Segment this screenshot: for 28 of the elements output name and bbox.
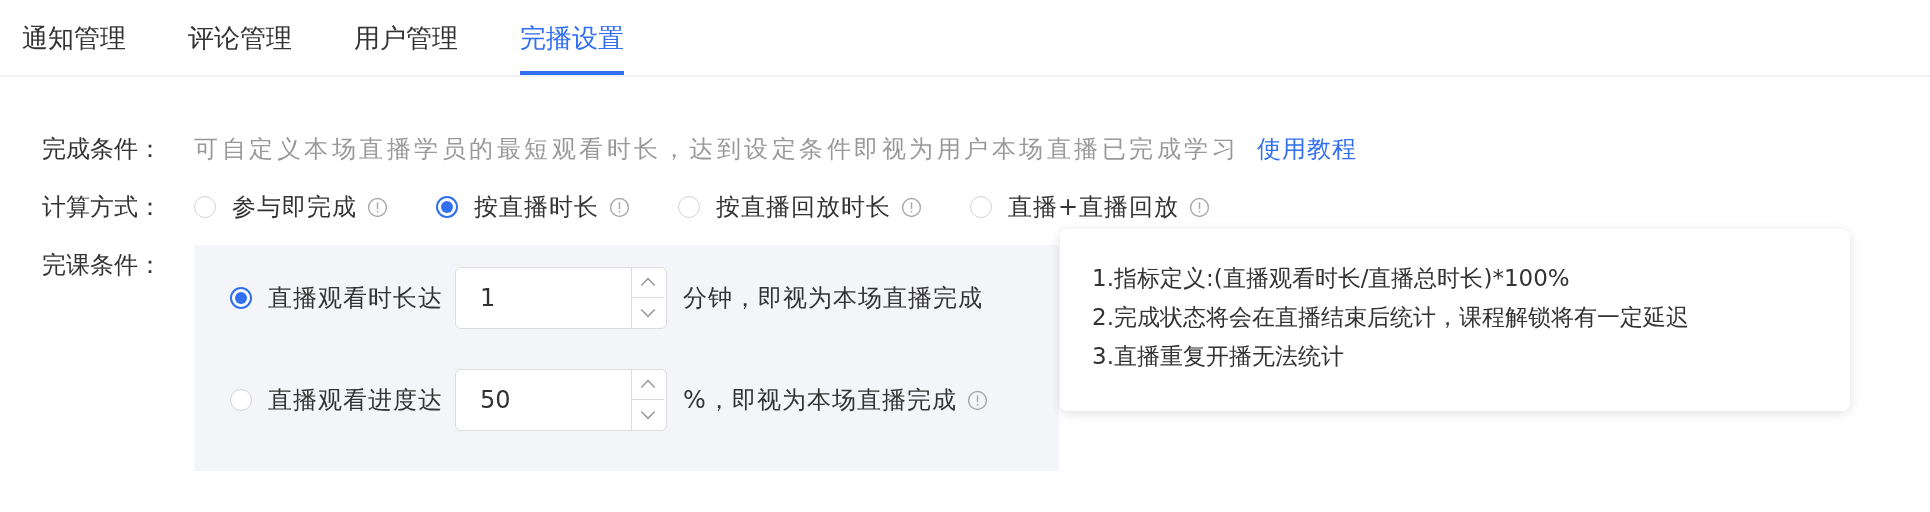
radio-label[interactable]: 直播观看进度达	[268, 384, 443, 416]
info-icon	[609, 196, 630, 218]
tab[interactable]: 完播设置	[520, 0, 624, 75]
radio-button[interactable]	[230, 287, 252, 309]
tooltip-text: 3.直播重复开播无法统计	[1092, 342, 1345, 371]
number-input[interactable]: 50	[455, 369, 667, 431]
form-label: 完课条件：	[42, 250, 163, 281]
description-text: 可自定义本场直播学员的最短观看时长，达到设定条件即视为用户本场直播已完成学习	[194, 134, 1239, 165]
tab[interactable]: 通知管理	[22, 0, 126, 75]
radio-label[interactable]: 直播+直播回放	[1008, 191, 1180, 223]
tab[interactable]: 用户管理	[354, 0, 458, 75]
form-label: 计算方式：	[42, 192, 163, 223]
tab[interactable]: 评论管理	[188, 0, 292, 75]
info-icon	[1189, 196, 1211, 218]
tooltip-text: 1.指标定义:(直播观看时长/直播总时长)*100%	[1092, 264, 1571, 293]
tooltip-text: 2.完成状态将会在直播结束后统计，课程解锁将有一定延迟	[1092, 303, 1690, 332]
radio-label[interactable]: 按直播时长	[474, 191, 599, 223]
form-label: 完成条件：	[42, 134, 163, 165]
radio-label[interactable]: 直播观看时长达	[268, 282, 443, 314]
condition-text: 分钟，即视为本场直播完成	[683, 283, 983, 314]
number-input[interactable]: 1	[455, 267, 667, 329]
radio-label[interactable]: 参与即完成	[232, 191, 357, 223]
info-icon	[901, 196, 922, 218]
tutorial-link[interactable]: 使用教程	[1257, 133, 1357, 165]
condition-text: %，即视为本场直播完成	[683, 385, 957, 416]
radio-button[interactable]	[436, 196, 458, 218]
radio-label[interactable]: 按直播回放时长	[716, 191, 891, 223]
info-icon	[367, 196, 388, 218]
